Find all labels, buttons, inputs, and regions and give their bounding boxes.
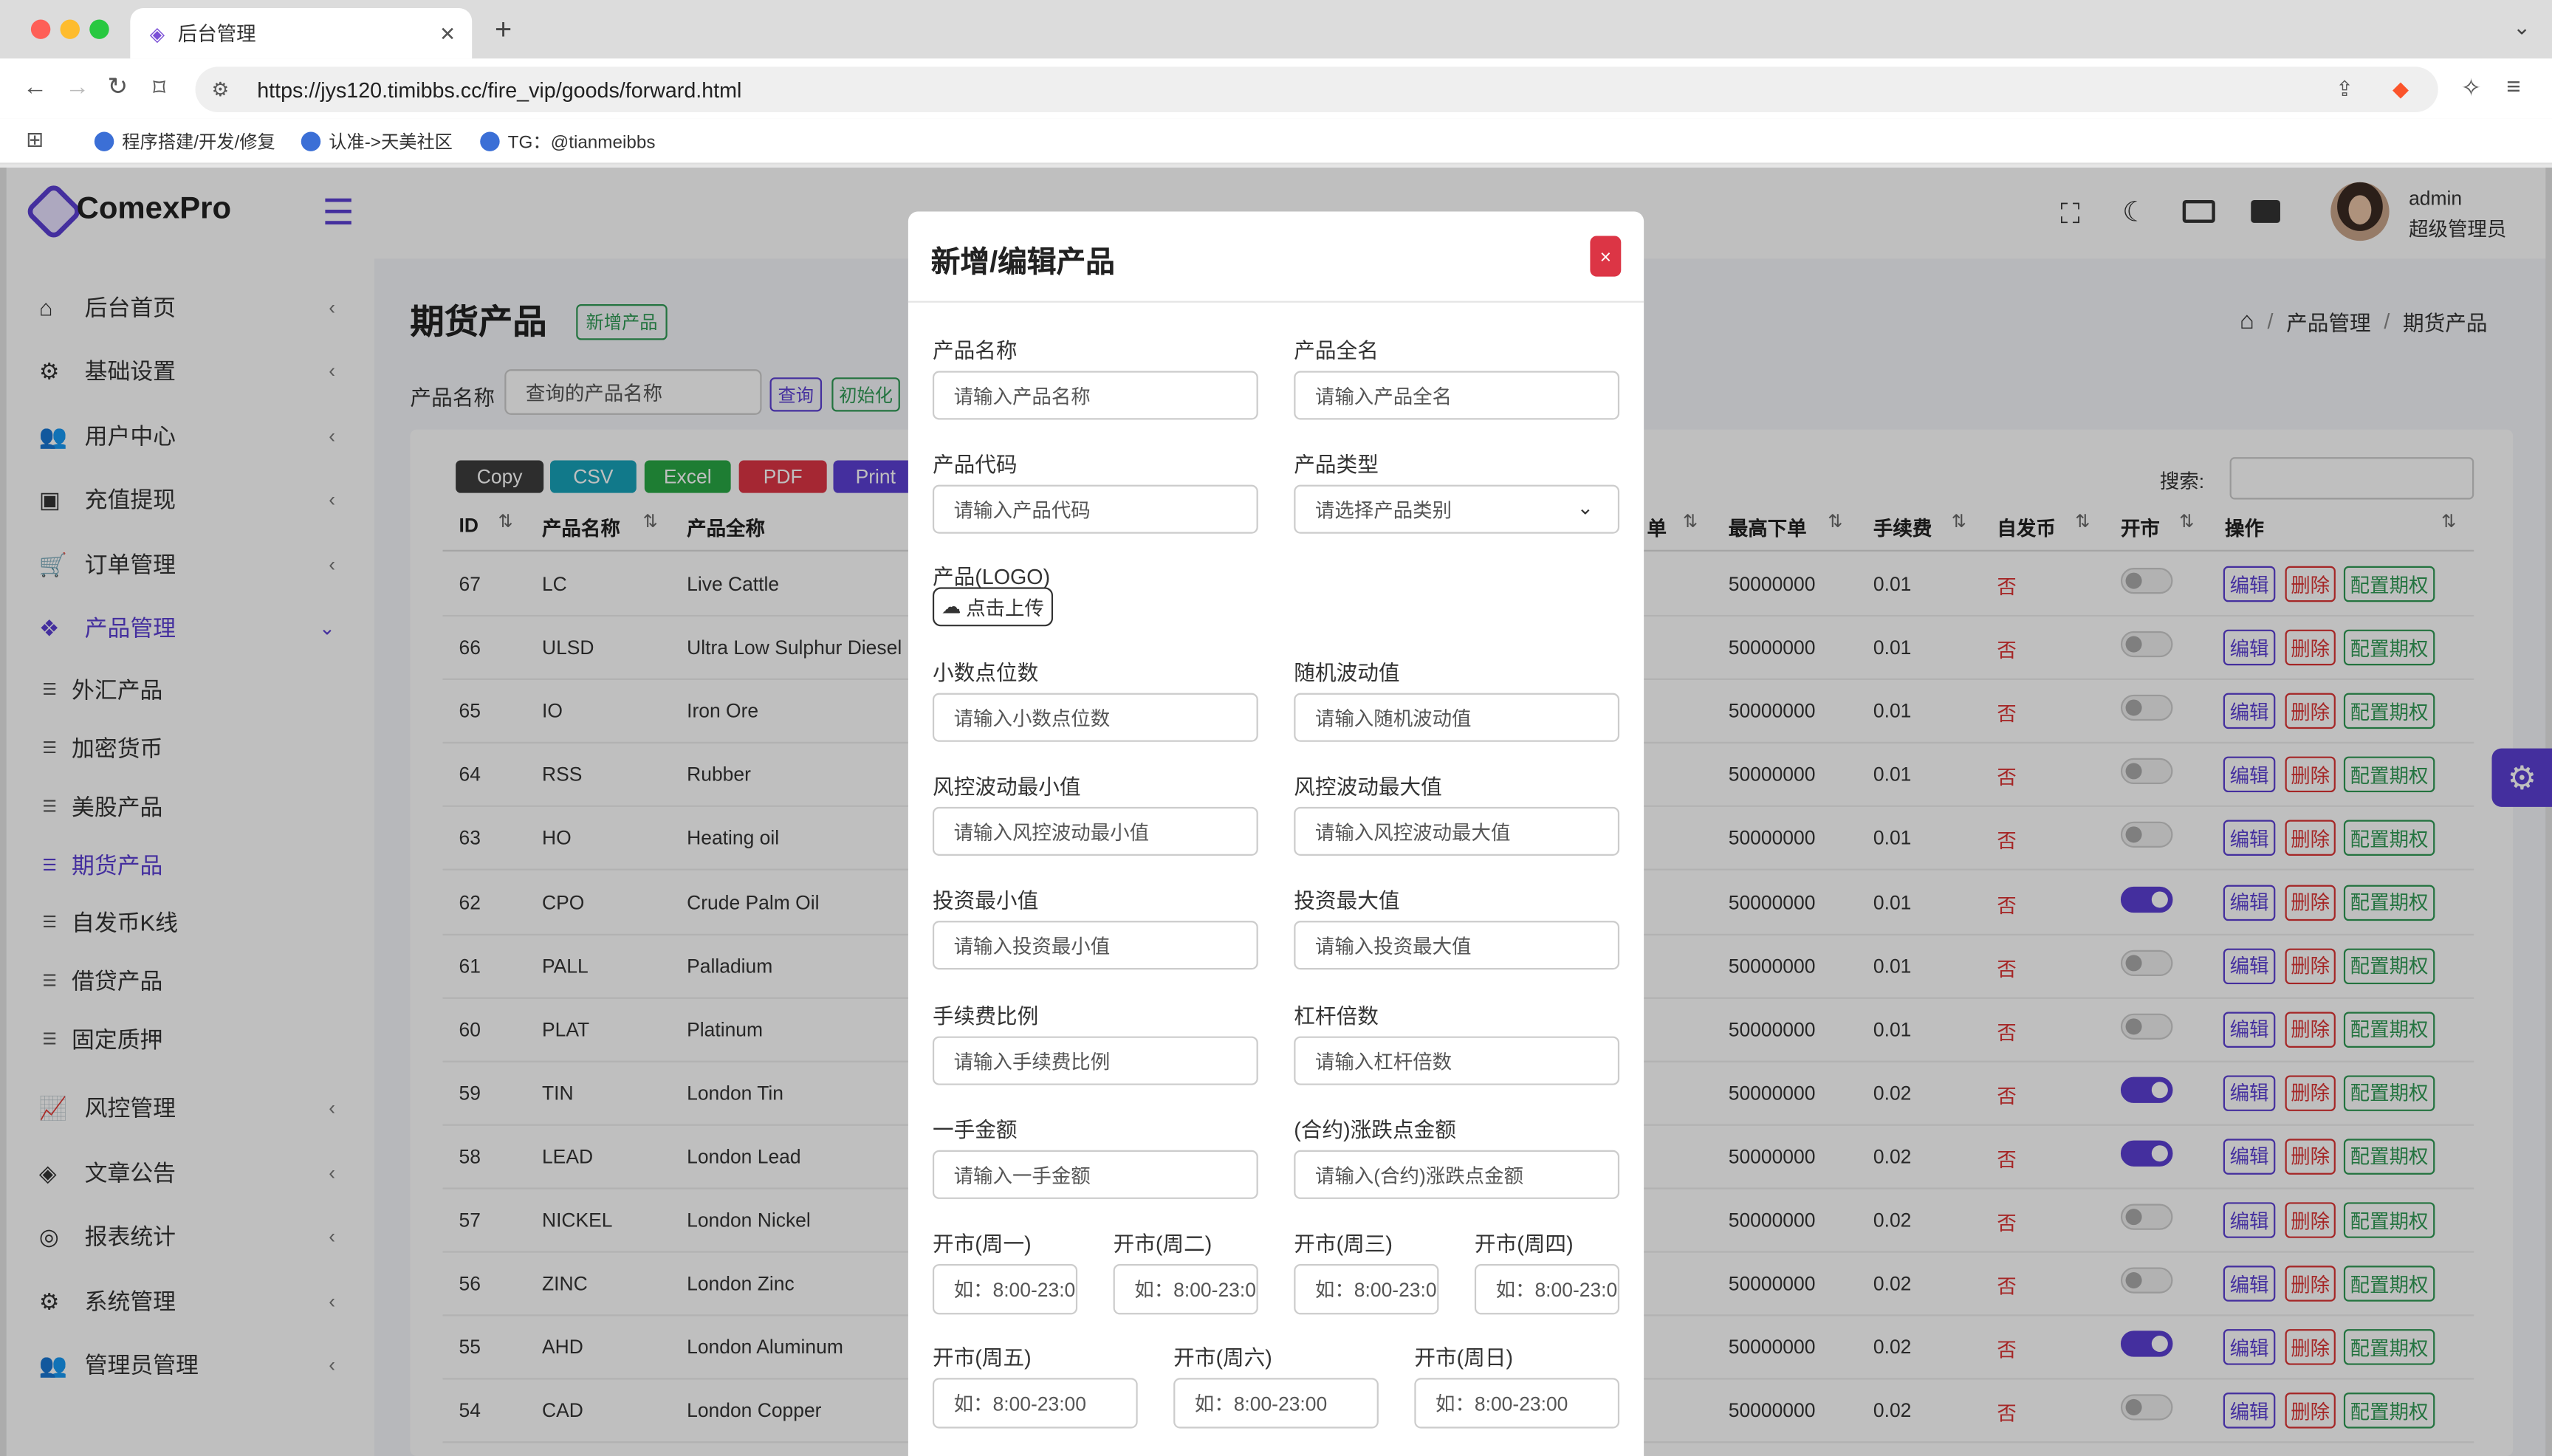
reload-icon[interactable]: ↻ [107, 72, 128, 100]
field-label: 投资最大值 [1294, 888, 1400, 913]
field-input[interactable]: 请输入风控波动最大值 [1294, 806, 1620, 856]
menu-icon[interactable]: ≡ [2506, 73, 2520, 100]
tab-list-chevron-icon[interactable]: ⌄ [2513, 15, 2531, 41]
address-bar[interactable]: ⚙ https://jys120.timibbs.cc/fire_vip/goo… [195, 66, 2438, 113]
browser-tab[interactable]: ◈ 后台管理 ✕ [130, 8, 473, 59]
open-day-label: 开市(周日) [1414, 1345, 1514, 1370]
maximize-window-button[interactable] [89, 19, 109, 39]
cloud-upload-icon: ☁ [941, 595, 961, 619]
modal-close-button[interactable]: × [1590, 236, 1622, 277]
tab-close-icon[interactable]: ✕ [439, 22, 456, 45]
modal-title: 新增/编辑产品 [930, 245, 1115, 278]
open-day-label: 开市(周二) [1113, 1231, 1212, 1257]
bookmark-item[interactable]: 认准->天美社区 [301, 128, 453, 154]
field-input[interactable]: 请输入(合约)涨跌点金额 [1294, 1150, 1620, 1199]
forward-icon[interactable]: → [65, 73, 89, 100]
field-label: 一手金额 [932, 1117, 1018, 1142]
field-label: 杠杆倍数 [1294, 1003, 1379, 1029]
open-day-label: 开市(周五) [932, 1345, 1032, 1370]
open-day-label: 开市(周四) [1474, 1231, 1574, 1257]
back-icon[interactable]: ← [23, 73, 47, 100]
field-input[interactable]: 请输入手续费比例 [932, 1036, 1258, 1085]
open-day-input[interactable]: 如：8:00-23:00 [1113, 1264, 1258, 1315]
bookmark-icon[interactable]: ⌑ [153, 73, 165, 102]
field-label: 投资最小值 [932, 888, 1039, 913]
open-day-input[interactable]: 如：8:00-23:00 [1474, 1264, 1620, 1315]
field-input[interactable]: 请输入随机波动值 [1294, 693, 1620, 742]
field-label: (合约)涨跌点金额 [1294, 1117, 1456, 1142]
tab-favicon-icon: ◈ [149, 21, 165, 45]
tab-title: 后台管理 [177, 22, 256, 46]
field-label: 风控波动最小值 [932, 774, 1081, 799]
open-day-input[interactable]: 如：8:00-23:00 [1173, 1378, 1379, 1429]
url-text: https://jys120.timibbs.cc/fire_vip/goods… [257, 77, 742, 102]
apps-grid-icon[interactable]: ⊞ [26, 127, 44, 153]
field-label: 手续费比例 [932, 1003, 1039, 1029]
field-input[interactable]: 请输入投资最大值 [1294, 921, 1620, 970]
open-day-label: 开市(周六) [1173, 1345, 1272, 1370]
bookmark-favicon-icon [301, 131, 321, 151]
upload-button[interactable]: ☁ 点击上传 [932, 587, 1054, 627]
field-input[interactable]: 请输入投资最小值 [932, 921, 1258, 970]
chevron-down-icon: ⌄ [1577, 496, 1594, 519]
brave-shield-icon[interactable]: ◆ [2392, 77, 2409, 103]
field-input[interactable]: 请输入产品代码 [932, 484, 1258, 534]
bookmark-favicon-icon [94, 131, 114, 151]
field-input[interactable]: 请输入小数点位数 [932, 693, 1258, 742]
bookmark-item[interactable]: 程序搭建/开发/修复 [94, 128, 275, 154]
open-day-label: 开市(周三) [1294, 1231, 1393, 1257]
field-input[interactable]: 请输入风控波动最小值 [932, 806, 1258, 856]
field-input[interactable]: 请输入产品全名 [1294, 371, 1620, 420]
field-label: 产品全名 [1294, 338, 1379, 363]
bookmark-item[interactable]: TG：@tianmeibbs [480, 128, 655, 154]
field-input[interactable]: 请输入杠杆倍数 [1294, 1036, 1620, 1085]
open-day-input[interactable]: 如：8:00-23:00 [1414, 1378, 1620, 1429]
modal-header-divider [908, 301, 1644, 303]
logo-label: 产品(LOGO) [932, 564, 1051, 589]
open-day-input[interactable]: 如：8:00-23:00 [1294, 1264, 1439, 1315]
site-settings-icon[interactable]: ⚙ [212, 78, 230, 101]
field-input[interactable]: 请输入产品名称 [932, 371, 1258, 420]
share-icon[interactable]: ⇪ [2336, 77, 2353, 103]
open-day-input[interactable]: 如：8:00-23:00 [932, 1264, 1078, 1315]
field-input[interactable]: 请输入一手金额 [932, 1150, 1258, 1199]
close-window-button[interactable] [30, 19, 51, 39]
extensions-icon[interactable]: ✧ [2461, 73, 2482, 102]
product-type-select[interactable]: 请选择产品类别 [1294, 484, 1620, 534]
field-label: 产品类型 [1294, 452, 1379, 477]
field-label: 风控波动最大值 [1294, 774, 1442, 799]
field-label: 随机波动值 [1294, 660, 1400, 685]
minimize-window-button[interactable] [60, 19, 80, 39]
field-label: 产品代码 [932, 452, 1018, 477]
open-day-label: 开市(周一) [932, 1231, 1032, 1257]
open-day-input[interactable]: 如：8:00-23:00 [932, 1378, 1138, 1429]
field-label: 小数点位数 [932, 660, 1039, 685]
field-label: 产品名称 [932, 338, 1018, 363]
bookmark-favicon-icon [480, 131, 500, 151]
new-tab-icon[interactable]: + [495, 13, 512, 47]
